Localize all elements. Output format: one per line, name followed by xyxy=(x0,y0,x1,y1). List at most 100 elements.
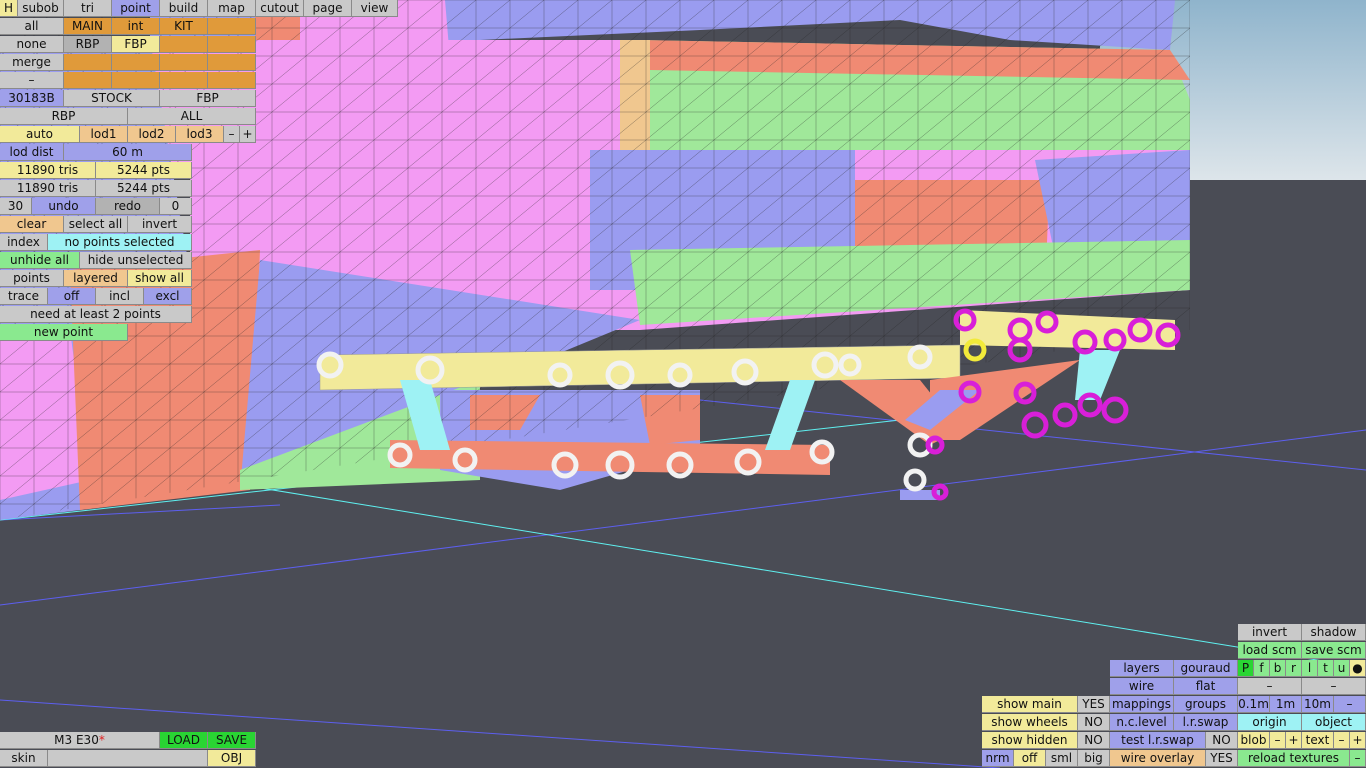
origin-button[interactable]: origin xyxy=(1238,714,1302,731)
layer-remove[interactable]: – xyxy=(0,72,64,89)
dash-button-left[interactable]: – xyxy=(1238,678,1302,695)
flag-b[interactable]: b xyxy=(1270,660,1286,677)
shadow-button[interactable]: shadow xyxy=(1302,624,1366,641)
step-10m[interactable]: 10m xyxy=(1302,696,1334,713)
flat-button[interactable]: flat xyxy=(1174,678,1238,695)
menu-build[interactable]: build xyxy=(160,0,208,17)
lod-minus-button[interactable]: – xyxy=(224,126,240,143)
layer-kit[interactable]: KIT xyxy=(160,18,208,35)
wire-overlay-value[interactable]: YES xyxy=(1206,750,1238,767)
gouraud-button[interactable]: gouraud xyxy=(1174,660,1238,677)
test-lr-swap-value[interactable]: NO xyxy=(1206,732,1238,749)
show-main-button[interactable]: show main xyxy=(982,696,1078,713)
dot-icon[interactable]: ● xyxy=(1350,660,1366,677)
layer-slot[interactable] xyxy=(112,54,160,71)
off-button[interactable]: off xyxy=(1014,750,1046,767)
layer-all[interactable]: all xyxy=(0,18,64,35)
new-point-button[interactable]: new point xyxy=(0,324,128,341)
hide-unselected-button[interactable]: hide unselected xyxy=(80,252,192,269)
layer-fbp[interactable]: FBP xyxy=(112,36,160,53)
step-minus[interactable]: – xyxy=(1334,696,1366,713)
show-wheels-value[interactable]: NO xyxy=(1078,714,1110,731)
menu-page[interactable]: page xyxy=(304,0,352,17)
show-all-button[interactable]: show all xyxy=(128,270,192,287)
layer-slot[interactable] xyxy=(160,36,208,53)
flag-f[interactable]: f xyxy=(1254,660,1270,677)
blob-minus-button[interactable]: – xyxy=(1270,732,1286,749)
variant-fbp[interactable]: FBP xyxy=(160,90,256,107)
menu-subob[interactable]: subob xyxy=(18,0,64,17)
load-scm-button[interactable]: load scm xyxy=(1238,642,1302,659)
lod1-button[interactable]: lod1 xyxy=(80,126,128,143)
lod-plus-button[interactable]: + xyxy=(240,126,256,143)
flag-r[interactable]: r xyxy=(1286,660,1302,677)
nc-level-button[interactable]: n.c.level xyxy=(1110,714,1174,731)
trace-incl-button[interactable]: incl xyxy=(96,288,144,305)
show-hidden-value[interactable]: NO xyxy=(1078,732,1110,749)
variant-stock[interactable]: STOCK xyxy=(64,90,160,107)
redo-button[interactable]: redo xyxy=(96,198,160,215)
flag-t[interactable]: t xyxy=(1318,660,1334,677)
text-minus-button[interactable]: – xyxy=(1334,732,1350,749)
menu-point[interactable]: point xyxy=(112,0,160,17)
obj-button[interactable]: OBJ xyxy=(208,750,256,767)
layer-slot[interactable] xyxy=(208,36,256,53)
variant-30183b[interactable]: 30183B xyxy=(0,90,64,107)
invert-selection-button[interactable]: invert xyxy=(128,216,192,233)
groups-button[interactable]: groups xyxy=(1174,696,1238,713)
flag-u[interactable]: u xyxy=(1334,660,1350,677)
dash-button-right[interactable]: – xyxy=(1302,678,1366,695)
show-wheels-button[interactable]: show wheels xyxy=(982,714,1078,731)
layer-slot[interactable] xyxy=(208,18,256,35)
lod-auto[interactable]: auto xyxy=(0,126,80,143)
blob-plus-button[interactable]: + xyxy=(1286,732,1302,749)
flag-l[interactable]: l xyxy=(1302,660,1318,677)
layer-merge[interactable]: merge xyxy=(0,54,64,71)
menu-view[interactable]: view xyxy=(352,0,398,17)
trace-excl-button[interactable]: excl xyxy=(144,288,192,305)
layer-slot[interactable] xyxy=(208,54,256,71)
layer-slot[interactable] xyxy=(112,72,160,89)
lod-dist-value[interactable]: 60 m xyxy=(64,144,192,161)
test-lr-swap-button[interactable]: test l.r.swap xyxy=(1110,732,1206,749)
save-scm-button[interactable]: save scm xyxy=(1302,642,1366,659)
show-main-value[interactable]: YES xyxy=(1078,696,1110,713)
save-button[interactable]: SAVE xyxy=(208,732,256,749)
reload-textures-button[interactable]: reload textures xyxy=(1238,750,1350,767)
layer-int[interactable]: int xyxy=(112,18,160,35)
layer-main[interactable]: MAIN xyxy=(64,18,112,35)
wire-button[interactable]: wire xyxy=(1110,678,1174,695)
mappings-button[interactable]: mappings xyxy=(1110,696,1174,713)
step-0-1m[interactable]: 0.1m xyxy=(1238,696,1270,713)
menu-tri[interactable]: tri xyxy=(64,0,112,17)
lod3-button[interactable]: lod3 xyxy=(176,126,224,143)
layers-button[interactable]: layers xyxy=(1110,660,1174,677)
menu-map[interactable]: map xyxy=(208,0,256,17)
layer-slot[interactable] xyxy=(64,54,112,71)
layer-slot[interactable] xyxy=(160,72,208,89)
nrm-button[interactable]: nrm xyxy=(982,750,1014,767)
lr-swap-button[interactable]: l.r.swap xyxy=(1174,714,1238,731)
big-button[interactable]: big xyxy=(1078,750,1110,767)
part-all[interactable]: ALL xyxy=(128,108,256,125)
skin-field[interactable] xyxy=(48,750,208,767)
unhide-all-button[interactable]: unhide all xyxy=(0,252,80,269)
layered-button[interactable]: layered xyxy=(64,270,128,287)
lod2-button[interactable]: lod2 xyxy=(128,126,176,143)
wire-overlay-button[interactable]: wire overlay xyxy=(1110,750,1206,767)
layer-none[interactable]: none xyxy=(0,36,64,53)
menu-h[interactable]: H xyxy=(0,0,18,17)
load-button[interactable]: LOAD xyxy=(160,732,208,749)
clear-button[interactable]: clear xyxy=(0,216,64,233)
layer-slot[interactable] xyxy=(208,72,256,89)
flag-p[interactable]: P xyxy=(1238,660,1254,677)
layer-slot[interactable] xyxy=(160,54,208,71)
undo-button[interactable]: undo xyxy=(32,198,96,215)
layer-slot[interactable] xyxy=(64,72,112,89)
trace-off-button[interactable]: off xyxy=(48,288,96,305)
part-rbp[interactable]: RBP xyxy=(0,108,128,125)
sml-button[interactable]: sml xyxy=(1046,750,1078,767)
reload-minus-button[interactable]: – xyxy=(1350,750,1366,767)
show-hidden-button[interactable]: show hidden xyxy=(982,732,1078,749)
invert-button[interactable]: invert xyxy=(1238,624,1302,641)
